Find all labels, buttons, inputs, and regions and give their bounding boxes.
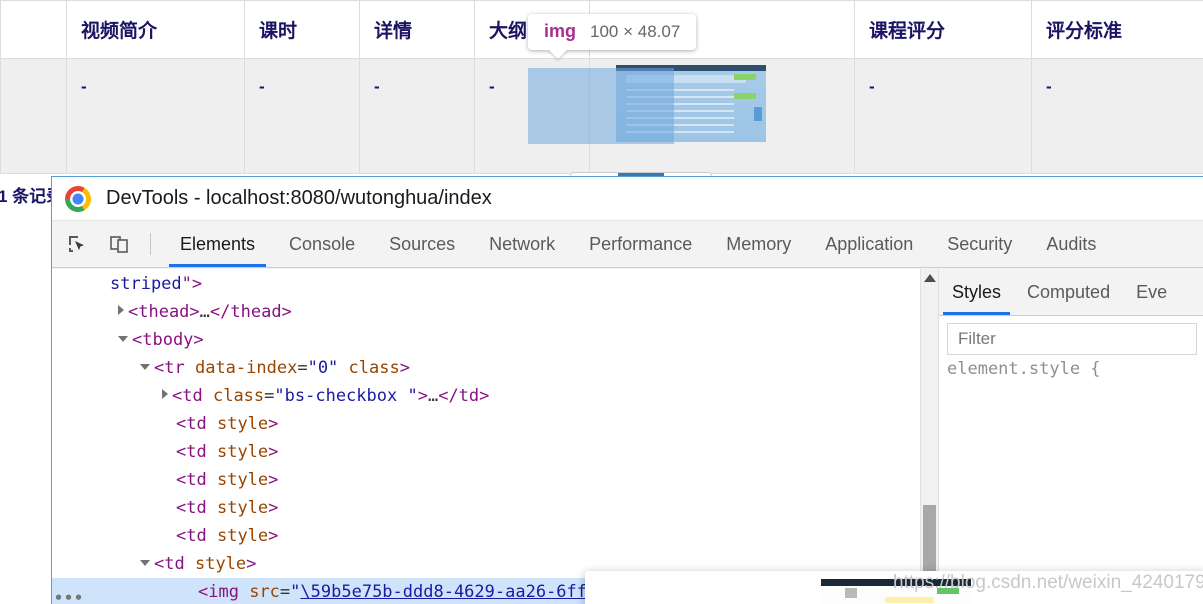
preview-highlight-band bbox=[885, 597, 933, 603]
cell-details: - bbox=[359, 58, 475, 174]
node-overflow-ellipsis[interactable]: ••• bbox=[54, 584, 84, 604]
styles-panel: Styles Computed Eve Filter element.style… bbox=[939, 269, 1203, 604]
device-toolbar-icon[interactable] bbox=[102, 227, 136, 261]
scrollbar-thumb[interactable] bbox=[923, 505, 936, 579]
element-highlight-badge: img 100 × 48.07 bbox=[528, 14, 697, 59]
devtools-panels: striped"> <thead>…</thead> <tbody> <tr data… bbox=[52, 269, 1203, 604]
column-header-lessons[interactable]: 课时 bbox=[244, 0, 360, 59]
tab-performance[interactable]: Performance bbox=[572, 221, 709, 267]
styles-filter-input[interactable]: Filter bbox=[947, 323, 1197, 355]
styles-rules: element.style { img { vertical-align: mi… bbox=[939, 355, 1203, 604]
image-preview-thumbnail bbox=[821, 579, 971, 604]
tab-application[interactable]: Application bbox=[808, 221, 930, 267]
cell-checkbox[interactable] bbox=[0, 58, 67, 174]
tab-network[interactable]: Network bbox=[472, 221, 572, 267]
column-header-video-intro[interactable]: 视频简介 bbox=[66, 0, 245, 59]
dom-node[interactable]: <td style> bbox=[52, 438, 938, 466]
dom-node[interactable]: <td style> bbox=[52, 410, 938, 438]
thumb-green-button-2 bbox=[734, 93, 756, 99]
devtools-window: DevTools - localhost:8080/wutonghua/inde… bbox=[51, 176, 1203, 604]
dom-node[interactable]: <tr data-index="0" class> bbox=[52, 354, 938, 382]
column-header-course-rating[interactable]: 课程评分 bbox=[854, 0, 1032, 59]
tab-elements[interactable]: Elements bbox=[163, 221, 272, 267]
preview-navbar bbox=[821, 579, 971, 586]
column-header-details[interactable]: 详情 bbox=[359, 0, 475, 59]
tab-computed[interactable]: Computed bbox=[1014, 270, 1123, 315]
image-preview-tooltip: 100 × 48 pixels (intrinsic: 1920 × 923 p… bbox=[585, 571, 1203, 604]
devtools-tab-bar: Elements Console Sources Network Perform… bbox=[52, 221, 1203, 268]
cell-video-intro: - bbox=[66, 58, 245, 174]
tab-event-listeners[interactable]: Eve bbox=[1123, 270, 1180, 315]
thumb-scroll-marker bbox=[754, 107, 762, 121]
chrome-logo-icon bbox=[65, 185, 91, 212]
collapse-caret-icon[interactable] bbox=[140, 560, 150, 566]
tab-sources[interactable]: Sources bbox=[372, 221, 472, 267]
dom-tree-panel[interactable]: striped"> <thead>…</thead> <tbody> <tr data… bbox=[52, 269, 939, 604]
preview-green-button-1 bbox=[937, 588, 959, 594]
highlight-dimensions: 100 × 48.07 bbox=[590, 22, 681, 41]
element-highlight-overlay bbox=[528, 68, 674, 144]
expand-caret-icon[interactable] bbox=[162, 389, 168, 399]
cell-lessons: - bbox=[244, 58, 360, 174]
tab-memory[interactable]: Memory bbox=[709, 221, 808, 267]
devtools-title-text: DevTools - localhost:8080/wutonghua/inde… bbox=[106, 187, 492, 209]
tab-audits[interactable]: Audits bbox=[1029, 221, 1113, 267]
dom-node[interactable]: <td style> bbox=[52, 522, 938, 550]
tab-security[interactable]: Security bbox=[930, 221, 1029, 267]
dom-node[interactable]: <thead>…</thead> bbox=[52, 298, 938, 326]
styles-tab-bar: Styles Computed Eve bbox=[939, 269, 1203, 316]
dom-node[interactable]: striped"> bbox=[52, 270, 938, 298]
dom-node[interactable]: <td style> bbox=[52, 466, 938, 494]
styles-gap bbox=[947, 383, 1203, 579]
expand-caret-icon[interactable] bbox=[118, 305, 124, 315]
toolbar-separator bbox=[150, 233, 151, 255]
collapse-caret-icon[interactable] bbox=[118, 336, 128, 342]
dom-node[interactable]: <td class="bs-checkbox ">…</td> bbox=[52, 382, 938, 410]
cell-rating-standard: - bbox=[1031, 58, 1203, 174]
scroll-up-arrow-icon[interactable] bbox=[924, 274, 936, 282]
devtools-title-bar: DevTools - localhost:8080/wutonghua/inde… bbox=[52, 177, 1203, 221]
highlight-badge-arrow bbox=[548, 49, 568, 59]
tab-console[interactable]: Console bbox=[272, 221, 372, 267]
thumb-green-button bbox=[734, 74, 756, 80]
column-header-rating-standard[interactable]: 评分标准 bbox=[1031, 0, 1203, 59]
highlight-tag-name: img bbox=[544, 21, 577, 41]
dom-node[interactable]: <td style> bbox=[52, 494, 938, 522]
inspect-element-icon[interactable] bbox=[60, 227, 94, 261]
tab-styles[interactable]: Styles bbox=[939, 270, 1014, 315]
dom-tree-scrollbar[interactable] bbox=[920, 269, 938, 604]
column-header-checkbox[interactable] bbox=[0, 0, 67, 59]
preview-logo bbox=[845, 588, 857, 598]
style-rule-element-style[interactable]: element.style { bbox=[947, 355, 1203, 383]
cell-course-rating: - bbox=[854, 58, 1032, 174]
collapse-caret-icon[interactable] bbox=[140, 364, 150, 370]
dom-tree-lines: striped"> <thead>…</thead> <tbody> <tr data… bbox=[52, 270, 938, 604]
dom-node[interactable]: <tbody> bbox=[52, 326, 938, 354]
